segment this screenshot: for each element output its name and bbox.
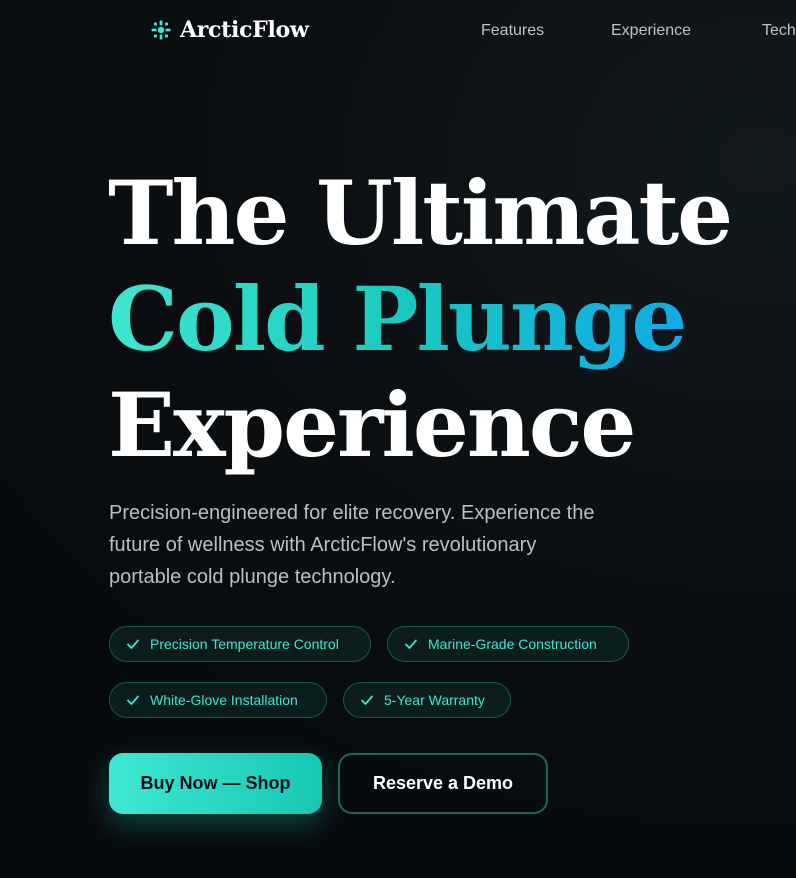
hero-description: Precision-engineered for elite recovery.… (109, 502, 595, 588)
feature-badge-warranty: 5-Year Warranty (343, 682, 511, 718)
feature-badge-construction: Marine-Grade Construction (387, 626, 629, 662)
nav-link-experience[interactable]: Experience (611, 22, 691, 40)
hero-title-line-3: Experience (108, 373, 636, 477)
feature-badge-temperature: Precision Temperature Control (109, 626, 371, 662)
hero-title-line-1: The Ultimate (108, 161, 733, 265)
snowflake-icon (150, 19, 172, 41)
nav-link-tech[interactable]: Tech (762, 22, 796, 40)
check-icon (126, 693, 140, 707)
nav-link-features[interactable]: Features (481, 22, 544, 40)
feature-badge-label: 5-Year Warranty (384, 692, 485, 708)
feature-badge-label: White-Glove Installation (150, 692, 298, 708)
check-icon (126, 637, 140, 651)
brand-logo[interactable]: ArcticFlow (150, 17, 309, 43)
buy-now-button[interactable]: Buy Now — Shop (109, 753, 322, 814)
reserve-demo-button[interactable]: Reserve a Demo (338, 753, 548, 814)
feature-badge-label: Precision Temperature Control (150, 636, 339, 652)
hero-title-accent: Cold Plunge (108, 266, 731, 372)
brand-name: ArcticFlow (180, 17, 309, 43)
check-icon (360, 693, 374, 707)
check-icon (404, 637, 418, 651)
feature-badge-installation: White-Glove Installation (109, 682, 327, 718)
hero-title: The Ultimate Cold Plunge Experience (108, 160, 733, 478)
feature-badge-label: Marine-Grade Construction (428, 636, 597, 652)
top-nav: ArcticFlow Features Experience Tech (0, 0, 796, 64)
